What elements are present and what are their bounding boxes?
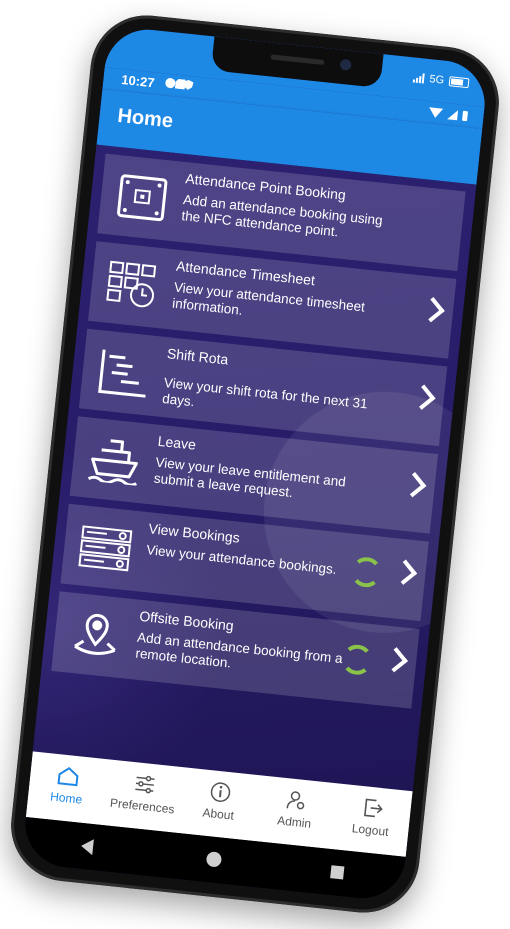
admin-icon (284, 788, 308, 812)
speaker-grille (270, 54, 325, 66)
menu-item-description: Add an attendance booking using the NFC … (180, 192, 384, 240)
nav-label: Admin (276, 813, 312, 831)
nav-label: Logout (351, 821, 390, 839)
logout-icon (360, 796, 384, 820)
status-system-icons (428, 107, 469, 122)
chevron-right-icon[interactable] (391, 559, 418, 585)
front-camera (339, 58, 352, 71)
recent-apps-icon[interactable] (330, 865, 345, 880)
nav-label: Preferences (109, 795, 176, 817)
nav-admin[interactable]: Admin (254, 775, 337, 849)
location-pin-icon (64, 604, 128, 666)
chevron-right-icon[interactable] (401, 472, 427, 498)
chevron-right-icon[interactable] (419, 297, 445, 323)
nav-logout[interactable]: Logout (330, 783, 413, 857)
menu-item-description: Add an attendance booking from a remote … (134, 629, 344, 671)
menu-item-title: Shift Rota (166, 345, 230, 368)
nav-preferences[interactable]: Preferences (102, 759, 185, 833)
signal-icon (413, 72, 426, 84)
sliders-icon (132, 772, 156, 796)
home-icon (56, 764, 80, 788)
nav-label: About (201, 805, 235, 823)
nav-label: Home (49, 789, 83, 807)
battery-level-icon (462, 110, 469, 122)
menu-list: Attendance Point Booking Add an attendan… (32, 144, 477, 792)
menu-item-description: View your attendance timesheet informati… (171, 279, 366, 318)
menu-item-description: View your attendance bookings. (145, 542, 338, 578)
phone-mockup: 5G 10:27 Home Attendance Point Booking A… (5, 9, 505, 919)
wifi-icon (428, 107, 444, 119)
menu-item-title: Leave (157, 432, 197, 453)
chevron-right-icon[interactable] (382, 647, 408, 673)
home-circle-icon[interactable] (205, 851, 223, 868)
cell-signal-icon (447, 109, 459, 121)
battery-icon (448, 76, 470, 89)
timesheet-icon (101, 254, 165, 316)
status-notification-icons (164, 77, 194, 91)
nav-about[interactable]: About (178, 767, 261, 841)
carrier-info: 5G (413, 71, 470, 89)
page-title: Home (116, 104, 175, 133)
settings-gear-icon (164, 77, 176, 89)
sd-card-icon (175, 79, 186, 90)
ship-icon (83, 429, 147, 491)
rota-icon (92, 342, 156, 404)
sync-icon[interactable] (349, 555, 383, 589)
menu-item-description: View your leave entitlement and submit a… (153, 454, 347, 501)
nfc-reader-icon (110, 167, 174, 229)
menu-item-title: View Bookings (147, 520, 241, 546)
menu-item-description: View your shift rota for the next 31 day… (161, 375, 369, 412)
info-icon (208, 780, 232, 804)
bookings-icon (74, 517, 138, 579)
network-type: 5G (428, 73, 445, 87)
nav-home[interactable]: Home (26, 751, 109, 825)
status-time: 10:27 (120, 71, 156, 91)
back-icon[interactable] (80, 837, 94, 856)
chevron-right-icon[interactable] (410, 384, 436, 410)
menu-item-title: Offsite Booking (138, 607, 235, 634)
